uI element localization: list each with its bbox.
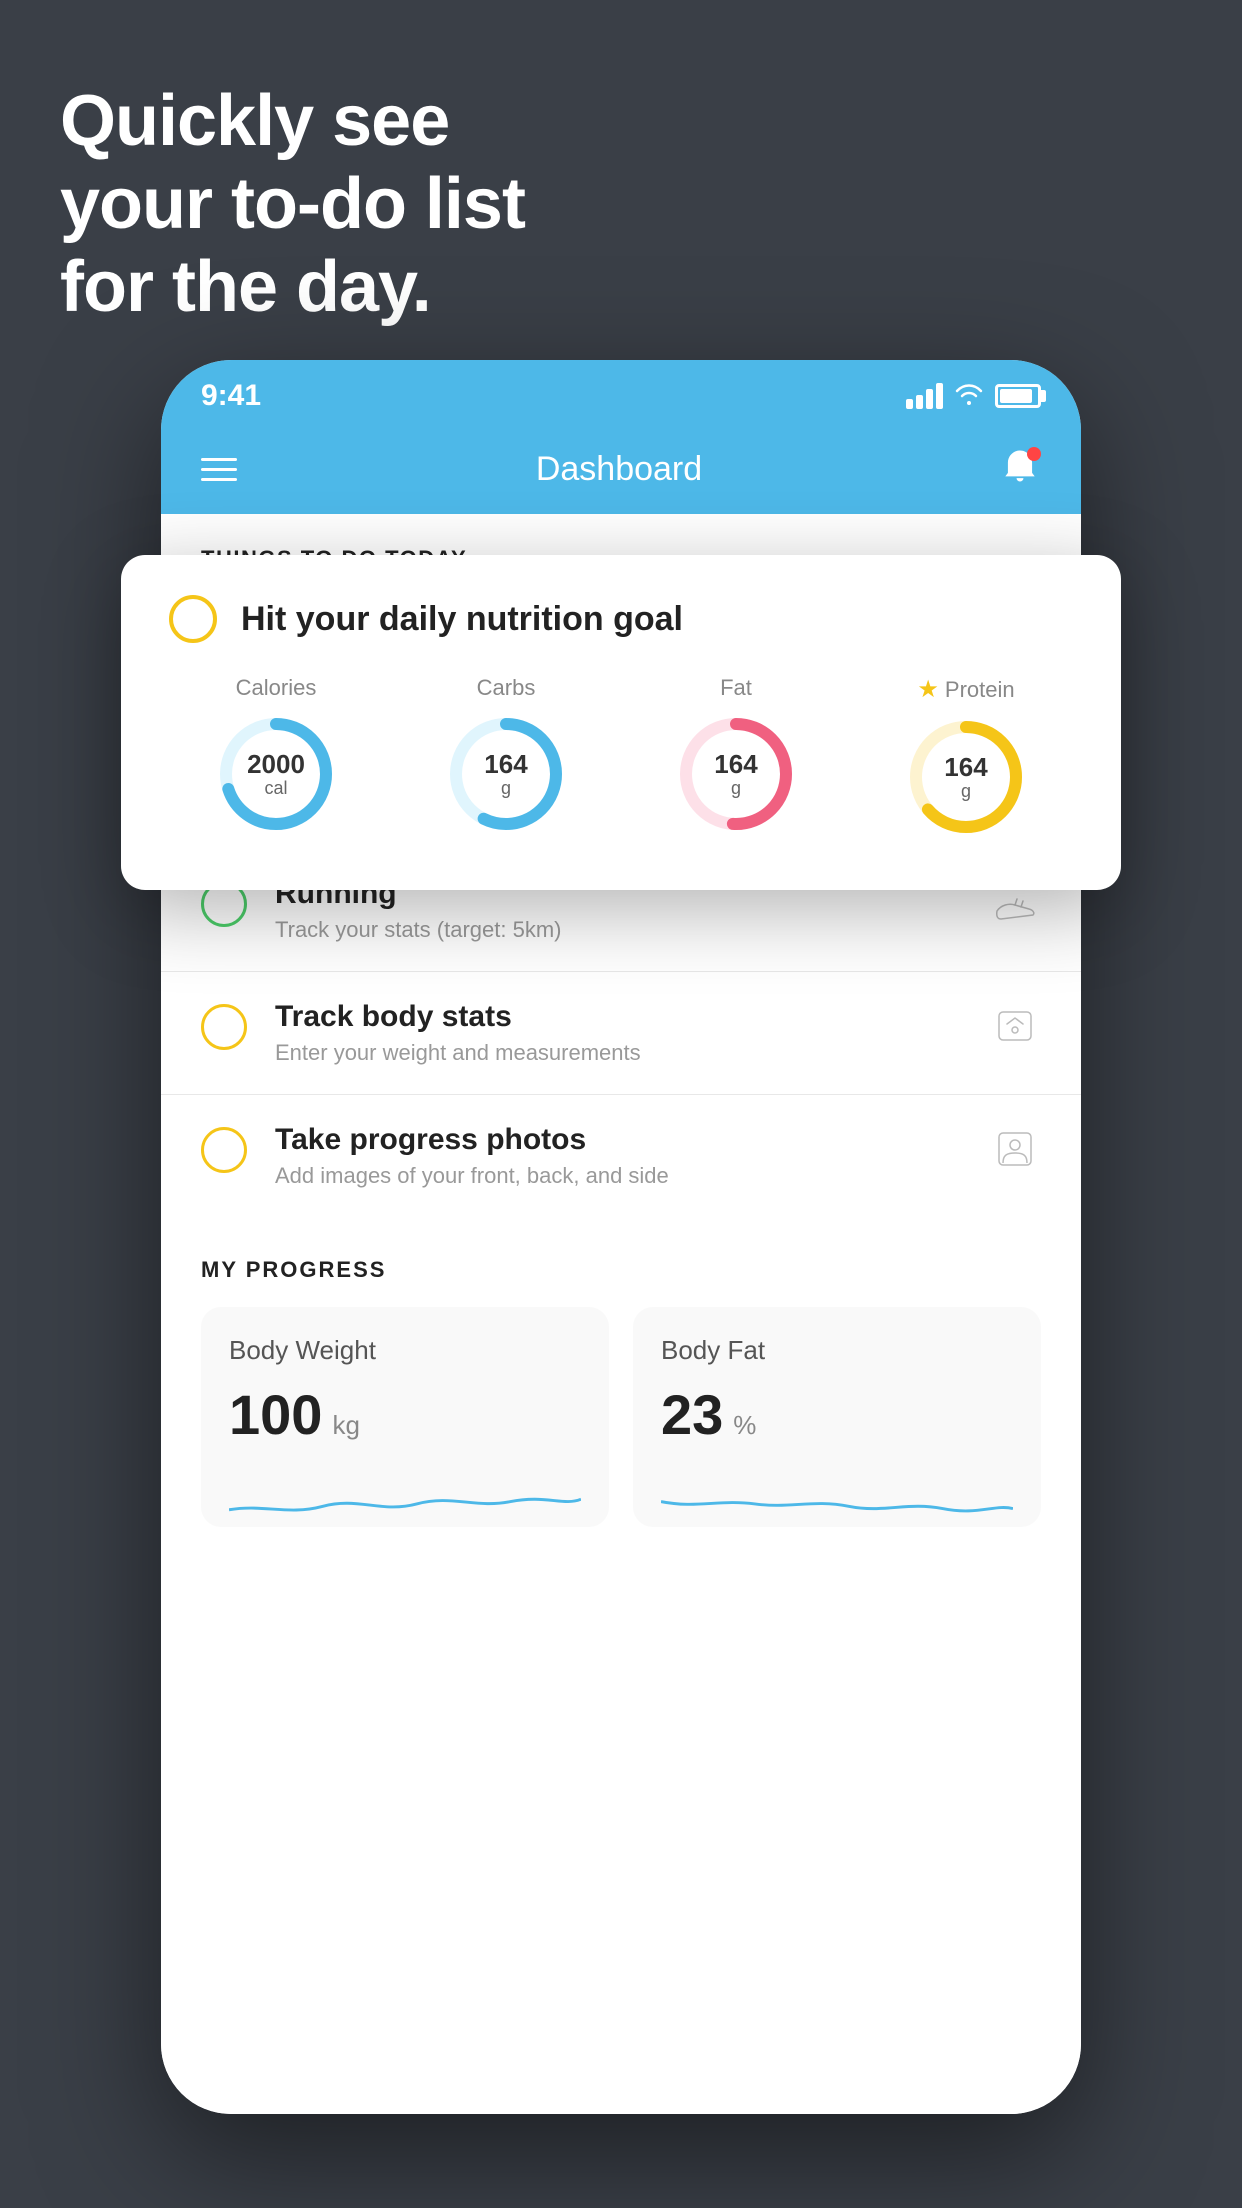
body-weight-unit: kg xyxy=(332,1410,359,1441)
wifi-icon xyxy=(955,381,983,412)
todo-subtitle-photos: Add images of your front, back, and side xyxy=(275,1163,961,1189)
star-icon: ★ xyxy=(917,675,939,704)
progress-cards: Body Weight 100 kg Body Fat 23 xyxy=(201,1307,1041,1527)
carbs-value: 164 xyxy=(484,750,527,779)
protein-item: ★ Protein 164 g xyxy=(901,675,1031,842)
nav-title: Dashboard xyxy=(536,450,702,489)
fat-label: Fat xyxy=(720,675,752,701)
body-fat-chart xyxy=(661,1467,1013,1527)
nutrition-card-title: Hit your daily nutrition goal xyxy=(241,600,683,639)
calories-donut: 2000 cal xyxy=(211,709,341,839)
notification-dot xyxy=(1027,447,1041,461)
body-fat-card: Body Fat 23 % xyxy=(633,1307,1041,1527)
list-item[interactable]: Track body stats Enter your weight and m… xyxy=(161,971,1081,1094)
protein-unit: g xyxy=(944,781,987,801)
protein-donut: 164 g xyxy=(901,712,1031,842)
body-fat-title: Body Fat xyxy=(661,1335,1013,1366)
hero-text: Quickly see your to-do list for the day. xyxy=(60,80,525,328)
scale-icon xyxy=(989,1000,1041,1052)
body-weight-chart xyxy=(229,1467,581,1527)
nav-bar: Dashboard xyxy=(161,424,1081,514)
fat-donut: 164 g xyxy=(671,709,801,839)
body-weight-card: Body Weight 100 kg xyxy=(201,1307,609,1527)
list-item[interactable]: Take progress photos Add images of your … xyxy=(161,1094,1081,1217)
status-bar: 9:41 xyxy=(161,360,1081,424)
todo-list: Running Track your stats (target: 5km) T… xyxy=(161,848,1081,1217)
battery-icon xyxy=(995,384,1041,408)
status-icons xyxy=(906,381,1041,412)
fat-value: 164 xyxy=(714,750,757,779)
todo-title-photos: Take progress photos xyxy=(275,1123,961,1157)
nutrition-row: Calories 2000 cal Carbs xyxy=(169,675,1073,842)
body-weight-value: 100 xyxy=(229,1382,322,1447)
calories-unit: cal xyxy=(247,778,305,798)
nutrition-card: Hit your daily nutrition goal Calories 2… xyxy=(121,555,1121,890)
menu-button[interactable] xyxy=(201,458,237,481)
todo-title-bodystats: Track body stats xyxy=(275,1000,961,1034)
status-time: 9:41 xyxy=(201,379,261,413)
todo-checkbox-bodystats[interactable] xyxy=(201,1004,247,1050)
progress-header: MY PROGRESS xyxy=(201,1257,1041,1283)
calories-label: Calories xyxy=(236,675,317,701)
carbs-unit: g xyxy=(484,778,527,798)
signal-icon xyxy=(906,383,943,409)
body-fat-value: 23 xyxy=(661,1382,723,1447)
todo-checkbox-photos[interactable] xyxy=(201,1127,247,1173)
fat-item: Fat 164 g xyxy=(671,675,801,842)
body-weight-title: Body Weight xyxy=(229,1335,581,1366)
fat-unit: g xyxy=(714,778,757,798)
protein-label: Protein xyxy=(945,677,1015,703)
carbs-label: Carbs xyxy=(477,675,536,701)
calories-value: 2000 xyxy=(247,750,305,779)
todo-subtitle-running: Track your stats (target: 5km) xyxy=(275,917,961,943)
protein-value: 164 xyxy=(944,753,987,782)
carbs-donut: 164 g xyxy=(441,709,571,839)
calories-item: Calories 2000 cal xyxy=(211,675,341,842)
nutrition-checkbox[interactable] xyxy=(169,595,217,643)
notification-button[interactable] xyxy=(1001,447,1041,491)
carbs-item: Carbs 164 g xyxy=(441,675,571,842)
progress-section: MY PROGRESS Body Weight 100 kg Body xyxy=(161,1257,1081,1527)
person-icon xyxy=(989,1123,1041,1175)
body-fat-unit: % xyxy=(733,1410,756,1441)
todo-subtitle-bodystats: Enter your weight and measurements xyxy=(275,1040,961,1066)
